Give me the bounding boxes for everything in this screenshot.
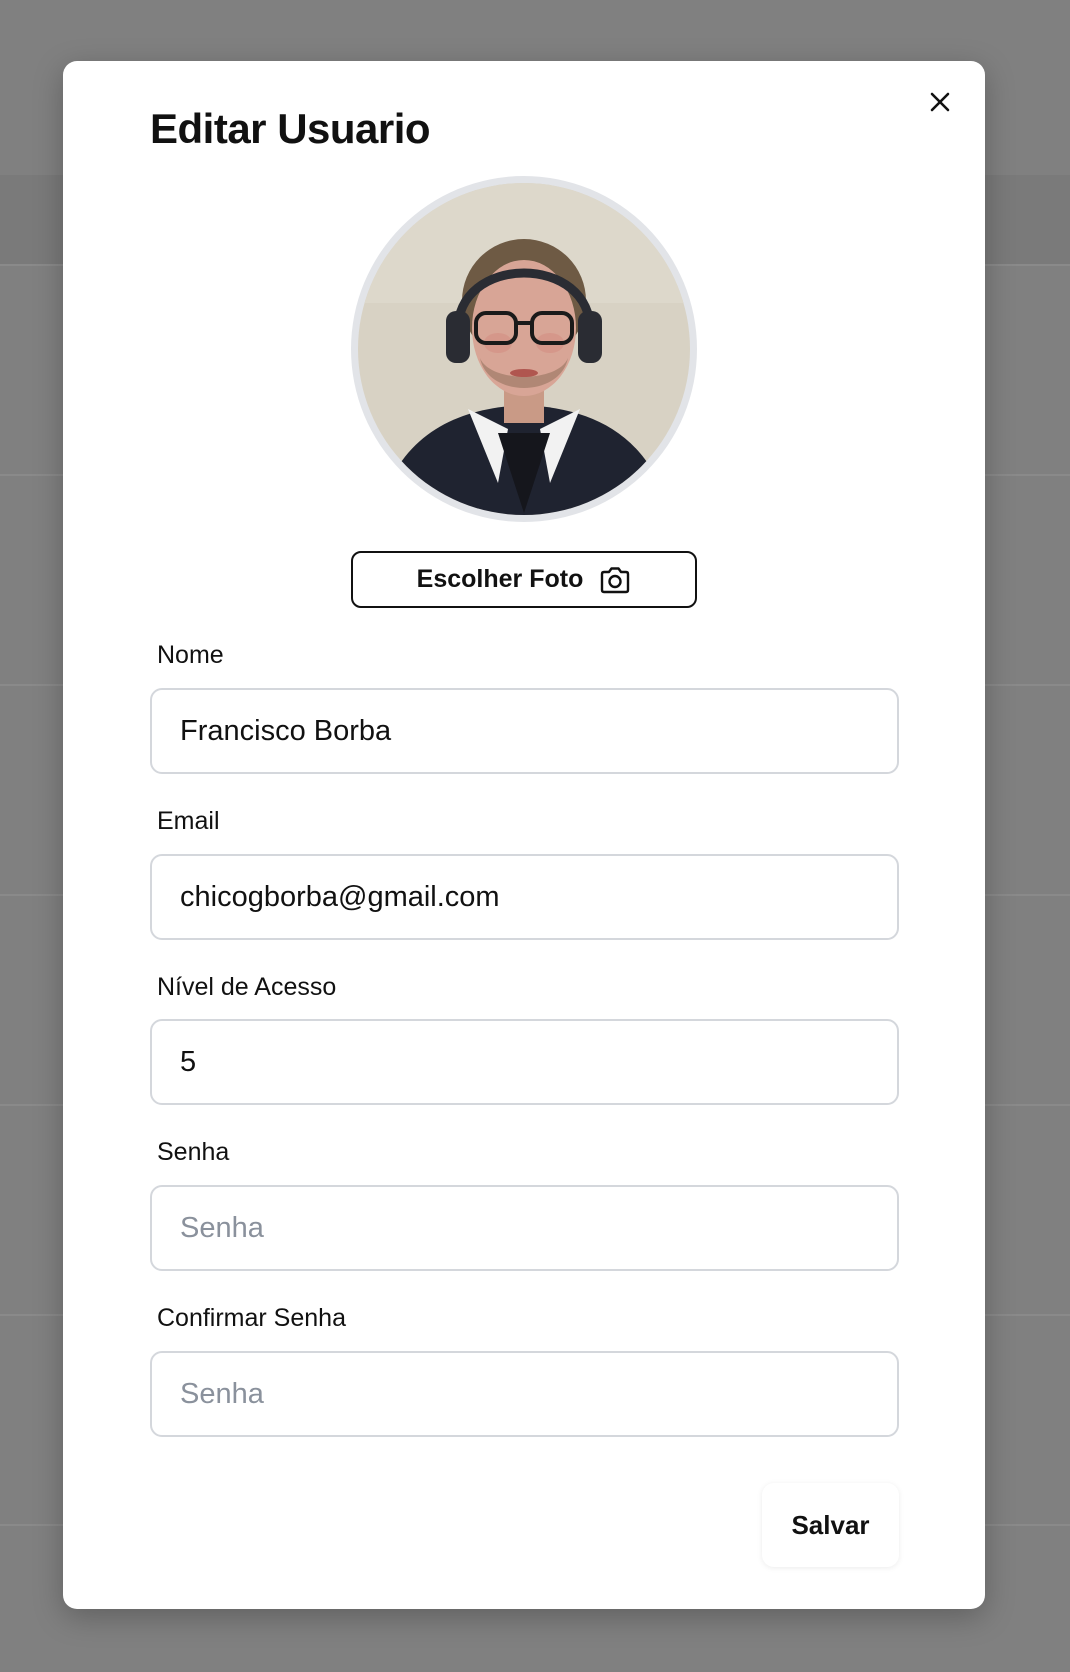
choose-photo-label: Escolher Foto [416,565,584,593]
avatar-photo [358,183,690,515]
password-label: Senha [157,1138,230,1166]
save-button[interactable]: Salvar [762,1483,899,1567]
choose-photo-button[interactable]: Escolher Foto [351,551,697,608]
email-label: Email [157,807,220,835]
edit-user-modal: Editar Usuario Escolher Foto Nome Franci… [63,61,985,1609]
password-input[interactable] [150,1185,899,1271]
close-button[interactable] [925,87,955,117]
confirm-password-label: Confirmar Senha [157,1304,346,1332]
close-icon [930,92,950,112]
modal-title: Editar Usuario [150,105,431,152]
name-input[interactable] [150,688,899,774]
camera-icon [601,566,630,593]
access-level-input[interactable] [150,1019,899,1105]
confirm-password-input[interactable] [150,1351,899,1437]
access-level-label: Nível de Acesso [157,973,337,1001]
email-input[interactable] [150,854,899,940]
avatar [351,176,697,522]
name-label: Nome [157,641,224,669]
